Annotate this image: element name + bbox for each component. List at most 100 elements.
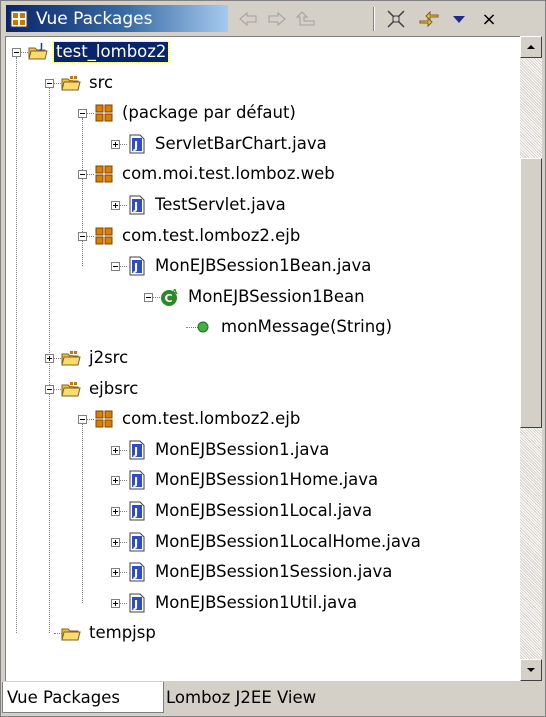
tree-item-label: ejbsrc (89, 378, 139, 398)
tab-vue-packages[interactable]: Vue Packages (2, 682, 164, 713)
tree-item-package[interactable]: com.moi.test.lomboz.web (94, 159, 337, 189)
java-file-icon: J (127, 562, 147, 582)
tree-guide-line (49, 393, 51, 634)
scroll-up-button[interactable] (520, 36, 542, 58)
expand-toggle[interactable] (111, 537, 120, 547)
expand-toggle[interactable] (111, 476, 120, 486)
collapse-toggle[interactable] (45, 78, 54, 88)
tree-item-label: (package par défaut) (122, 103, 296, 123)
tree-item-label: tempjsp (89, 623, 156, 643)
tree-guide-line (82, 424, 84, 603)
tree-item-java-file[interactable]: J MonEJBSession1Bean.java (127, 251, 373, 281)
tree-item-java-file[interactable]: J MonEJBSession1Util.java (127, 588, 359, 618)
back-arrow-icon (239, 11, 257, 27)
collapse-toggle[interactable] (144, 292, 153, 302)
source-folder-icon (61, 348, 81, 368)
tree-connector (54, 358, 61, 360)
tree-item-java-file[interactable]: J MonEJBSession1Local.java (127, 496, 374, 526)
tree-item-package[interactable]: (package par défaut) (94, 98, 298, 128)
tree-item-source-folder[interactable]: j2src (61, 343, 130, 373)
tree-guide-line (49, 87, 51, 389)
tree-item-class[interactable]: C A MonEJBSession1Bean (160, 282, 367, 312)
expand-toggle[interactable] (45, 354, 54, 363)
svg-text:A: A (172, 288, 178, 296)
tree-item-source-folder[interactable]: src (61, 68, 115, 98)
up-button[interactable] (295, 8, 317, 30)
link-with-editor-button[interactable] (418, 8, 440, 30)
expand-toggle[interactable] (111, 507, 120, 516)
expand-toggle[interactable] (111, 445, 120, 455)
up-arrow-icon (296, 11, 315, 26)
tree-item-method[interactable]: monMessage(String) (193, 312, 394, 342)
collapse-toggle[interactable] (78, 415, 87, 425)
vertical-scrollbar[interactable] (520, 36, 542, 681)
tree-item-java-file[interactable]: J ServletBarChart.java (127, 129, 329, 159)
tree-item-source-folder[interactable]: ejbsrc (61, 374, 140, 404)
close-view-button[interactable]: × (478, 8, 500, 30)
collapse-toggle[interactable] (78, 170, 87, 180)
package-tree[interactable]: Jtest_lomboz2 src (package par défaut) J Ser… (5, 36, 520, 681)
view-tab-active[interactable]: Vue Packages (6, 5, 228, 32)
tree-item-label: MonEJBSession1Bean (188, 286, 365, 306)
tree-item-label: TestServlet.java (155, 195, 286, 214)
tree-item-label: MonEJBSession1Bean.java (155, 256, 372, 276)
tree-connector (153, 296, 160, 299)
scroll-down-arrow-icon (527, 668, 535, 672)
tree-item-label: j2src (89, 348, 129, 367)
expand-toggle[interactable] (111, 201, 120, 210)
source-folder-icon (61, 379, 81, 399)
back-button[interactable] (237, 8, 259, 30)
tree-item-label: MonEJBSession1Session.java (155, 562, 393, 582)
collapse-toggle[interactable] (78, 109, 87, 119)
scroll-down-button[interactable] (520, 659, 542, 681)
tree-item-java-file[interactable]: J MonEJBSession1Home.java (127, 465, 380, 495)
tree-item-label: com.moi.test.lomboz.web (122, 164, 335, 184)
expand-toggle[interactable] (111, 568, 120, 578)
svg-text:J: J (133, 567, 138, 580)
tree-item-label: test_lomboz2 (52, 41, 170, 63)
tab-lomboz-j2ee-view[interactable]: Lomboz J2EE View (162, 682, 320, 712)
package-icon (94, 409, 114, 429)
tree-item-label: monMessage(String) (221, 317, 393, 337)
collapse-toggle[interactable] (45, 384, 54, 394)
tree-item-java-file[interactable]: J MonEJBSession1LocalHome.java (127, 527, 423, 557)
view-title: Vue Packages (36, 8, 153, 29)
tree-item-package[interactable]: com.test.lomboz2.ejb (94, 221, 302, 251)
collapse-toggle[interactable] (12, 48, 21, 57)
tree-connector (21, 52, 28, 54)
tree-connector (120, 511, 127, 513)
toolbar-separator (373, 7, 375, 31)
view-title-bar: Vue Packages × (2, 2, 544, 34)
scroll-thumb[interactable] (520, 158, 542, 428)
folder-icon (61, 623, 81, 643)
package-icon (94, 164, 114, 184)
forward-button[interactable] (266, 8, 288, 30)
tree-item-folder[interactable]: tempjsp (61, 618, 158, 648)
tree-item-java-file[interactable]: J TestServlet.java (127, 190, 288, 220)
package-explorer-icon (10, 10, 28, 27)
tree-connector (120, 205, 127, 207)
collapse-all-button[interactable] (385, 8, 407, 30)
svg-text:J: J (133, 200, 138, 213)
tree-item-label: MonEJBSession1LocalHome.java (155, 531, 421, 551)
collapse-toggle[interactable] (78, 231, 87, 241)
tree-item-project[interactable]: Jtest_lomboz2 (28, 37, 170, 67)
tree-item-package[interactable]: com.test.lomboz2.ejb (94, 404, 302, 434)
tree-connector (120, 602, 127, 605)
tree-connector (120, 449, 127, 452)
svg-text:J: J (133, 475, 138, 488)
expand-toggle[interactable] (111, 139, 120, 149)
tree-connector (87, 174, 94, 176)
tree-item-java-file[interactable]: J MonEJBSession1Session.java (127, 557, 394, 587)
expand-toggle[interactable] (111, 598, 120, 608)
tree-item-label: ServletBarChart.java (155, 133, 327, 153)
java-project-icon: J (28, 42, 48, 62)
source-folder-icon (61, 73, 81, 93)
tree-connector (120, 572, 127, 574)
collapse-toggle[interactable] (111, 262, 120, 272)
tree-connector (87, 419, 94, 421)
view-menu-button[interactable] (448, 8, 470, 30)
tree-connector (54, 82, 61, 85)
tree-item-java-file[interactable]: J MonEJBSession1.java (127, 435, 331, 465)
svg-text:J: J (133, 537, 138, 550)
